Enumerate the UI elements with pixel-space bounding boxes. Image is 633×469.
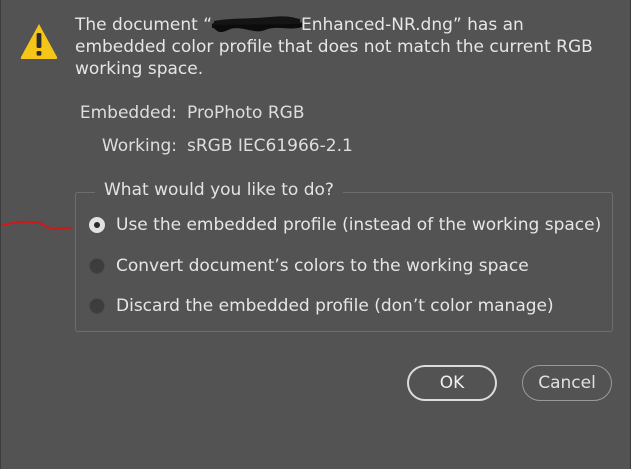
radio-discard-profile[interactable] [89, 298, 105, 314]
cancel-button[interactable]: Cancel [522, 365, 612, 401]
option-convert-colors[interactable]: Convert document’s colors to the working… [89, 254, 529, 278]
radio-use-embedded[interactable] [89, 217, 105, 233]
color-profile-mismatch-dialog: The document “Enhanced-NR.dng” has an em… [0, 0, 631, 469]
redacted-filename-scribble [210, 15, 304, 33]
option-use-embedded-label: Use the embedded profile (instead of the… [116, 215, 602, 235]
option-discard-profile[interactable]: Discard the embedded profile (don’t colo… [89, 294, 554, 318]
working-label: Working: [101, 136, 177, 156]
message-prefix: The document “ [75, 15, 213, 35]
embedded-profile-row: Embedded: ProPhoto RGB [1, 103, 633, 125]
red-pen-annotation [1, 220, 72, 231]
working-profile-row: Working: sRGB IEC61966-2.1 [1, 136, 633, 158]
embedded-label: Embedded: [79, 103, 177, 123]
ok-button[interactable]: OK [407, 365, 497, 401]
option-convert-colors-label: Convert document’s colors to the working… [116, 256, 529, 276]
option-discard-profile-label: Discard the embedded profile (don’t colo… [116, 296, 554, 316]
options-group-title: What would you like to do? [95, 180, 343, 200]
embedded-value: ProPhoto RGB [187, 103, 305, 123]
radio-convert-colors[interactable] [89, 258, 105, 274]
dialog-message: The document “Enhanced-NR.dng” has an em… [75, 14, 620, 80]
option-use-embedded[interactable]: Use the embedded profile (instead of the… [89, 213, 601, 237]
working-value: sRGB IEC61966-2.1 [187, 136, 353, 156]
warning-icon [20, 24, 58, 59]
